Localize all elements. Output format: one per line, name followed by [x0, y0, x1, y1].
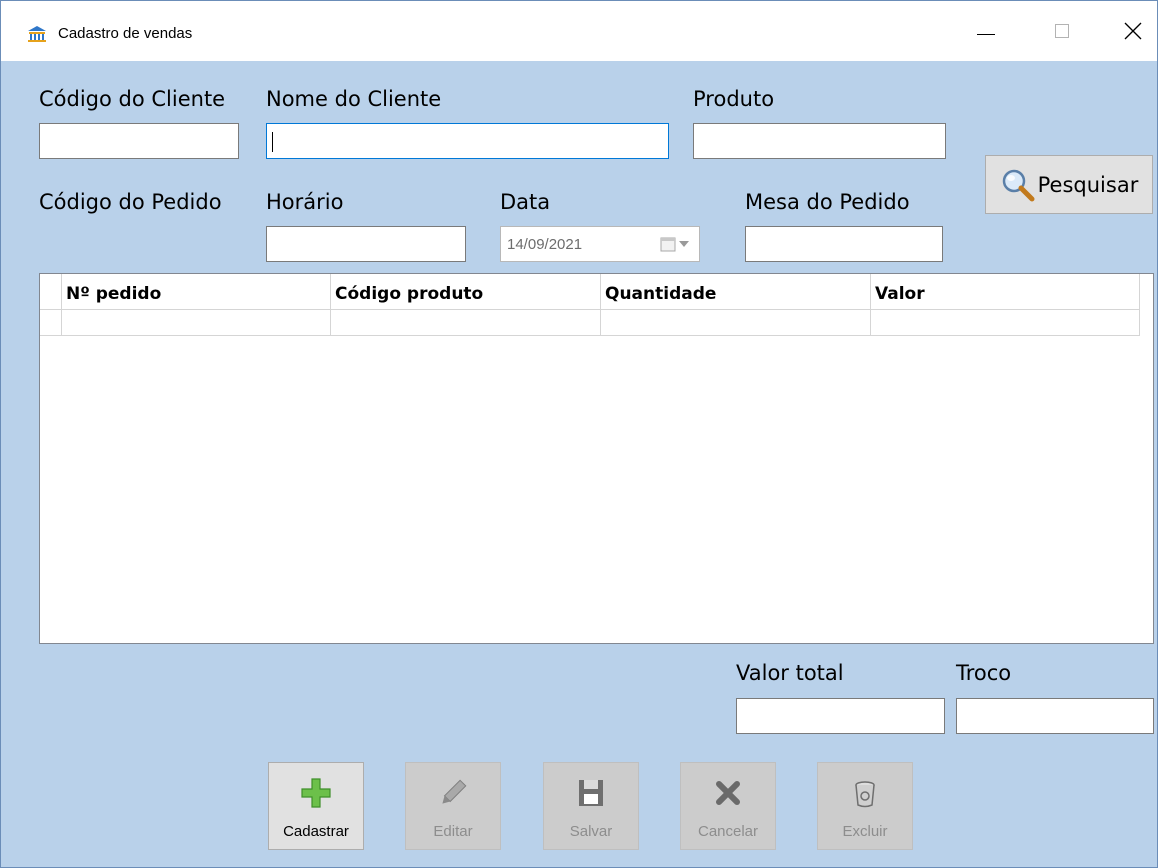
- editar-label: Editar: [433, 823, 473, 840]
- bank-icon: [28, 26, 46, 42]
- sales-window: Cadastro de vendas Código do Cliente Nom…: [0, 0, 1158, 868]
- codigo-cliente-label: Código do Cliente: [39, 87, 226, 111]
- cadastrar-button[interactable]: Cadastrar: [268, 762, 364, 850]
- calendar-icon: [660, 237, 676, 252]
- cell-valor[interactable]: [871, 310, 1140, 336]
- data-value: 14/09/2021: [507, 236, 583, 253]
- minimize-icon: [977, 33, 995, 35]
- floppy-disk-icon: [579, 780, 603, 806]
- cadastrar-label: Cadastrar: [283, 823, 349, 840]
- title-bar[interactable]: Cadastro de vendas: [1, 1, 1157, 61]
- data-label: Data: [500, 190, 551, 214]
- codigo-pedido-label: Código do Pedido: [39, 190, 222, 214]
- mesa-pedido-label: Mesa do Pedido: [745, 190, 910, 214]
- excluir-label: Excluir: [842, 823, 888, 840]
- troco-input[interactable]: [956, 698, 1154, 734]
- valor-total-label: Valor total: [736, 661, 844, 685]
- pencil-icon: [442, 779, 467, 804]
- column-header-codigo-produto[interactable]: Código produto: [331, 274, 601, 310]
- nome-cliente-label: Nome do Cliente: [266, 87, 442, 111]
- cell-codigo-produto[interactable]: [331, 310, 601, 336]
- horario-input[interactable]: [266, 226, 466, 262]
- cancelar-button[interactable]: Cancelar: [680, 762, 776, 850]
- column-header-quantidade[interactable]: Quantidade: [601, 274, 871, 310]
- mesa-pedido-input[interactable]: [745, 226, 943, 262]
- salvar-button[interactable]: Salvar: [543, 762, 639, 850]
- maximize-button[interactable]: [1027, 1, 1097, 61]
- close-icon: [1124, 22, 1142, 40]
- text-caret: [272, 132, 273, 152]
- data-datepicker[interactable]: 14/09/2021: [500, 226, 700, 262]
- cell-num-pedido[interactable]: [62, 310, 331, 336]
- produto-label: Produto: [693, 87, 775, 111]
- troco-label: Troco: [956, 661, 1012, 685]
- cell-quantidade[interactable]: [601, 310, 871, 336]
- cancelar-label: Cancelar: [697, 823, 759, 840]
- orders-grid[interactable]: Nº pedido Código produto Quantidade Valo…: [39, 273, 1154, 644]
- horario-label: Horário: [266, 190, 344, 214]
- row-header[interactable]: [40, 310, 62, 336]
- valor-total-input[interactable]: [736, 698, 945, 734]
- plus-icon: [301, 778, 331, 808]
- trash-icon: [855, 781, 875, 808]
- grid-corner[interactable]: [40, 274, 62, 310]
- table-row[interactable]: [40, 310, 1140, 336]
- close-button[interactable]: [1098, 1, 1158, 61]
- search-button[interactable]: Pesquisar: [985, 155, 1153, 214]
- maximize-icon: [1055, 24, 1069, 38]
- excluir-button[interactable]: Excluir: [817, 762, 913, 850]
- grid-header: Nº pedido Código produto Quantidade Valo…: [40, 274, 1140, 310]
- minimize-button[interactable]: [951, 1, 1021, 61]
- chevron-down-icon: [679, 241, 689, 247]
- magnifier-icon: [1002, 169, 1035, 201]
- codigo-cliente-input[interactable]: [39, 123, 239, 159]
- column-header-num-pedido[interactable]: Nº pedido: [62, 274, 331, 310]
- search-button-label: Pesquisar: [1037, 172, 1139, 197]
- editar-button[interactable]: Editar: [405, 762, 501, 850]
- window-title: Cadastro de vendas: [58, 25, 193, 42]
- produto-input[interactable]: [693, 123, 946, 159]
- x-icon: [716, 781, 740, 805]
- column-header-valor[interactable]: Valor: [871, 274, 1140, 310]
- nome-cliente-input[interactable]: [266, 123, 669, 159]
- salvar-label: Salvar: [569, 823, 613, 840]
